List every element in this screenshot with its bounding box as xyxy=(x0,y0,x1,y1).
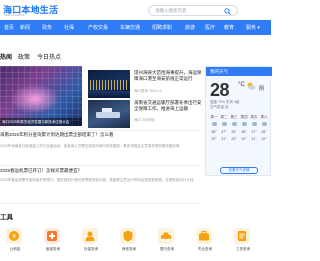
divider xyxy=(0,203,200,204)
forecast-high: 29° xyxy=(231,130,237,134)
tool-label: 失业查询 xyxy=(198,247,212,251)
nav-item-property[interactable]: 产权交易 xyxy=(88,24,108,31)
cloud-icon xyxy=(241,122,247,126)
car-icon xyxy=(158,228,174,244)
user-icon xyxy=(82,228,98,244)
news-summary: 2025年春运机票开始陆续开放预订，提前规划行程可获得更优惠价格，旅客需注意出行… xyxy=(0,178,197,182)
search-icon[interactable] xyxy=(224,7,231,15)
news-tabs: 热闻 政策 今日热点 xyxy=(0,52,150,64)
forecast-day: 周四 xyxy=(240,115,248,119)
forecast-day: 周一 xyxy=(210,115,218,119)
briefcase-icon xyxy=(196,228,212,244)
main-navigation: 首页 新闻 政务 社保 产权交易 车辆交通 招聘求职 旅游 医疗 教育 服务 ▾ xyxy=(0,20,271,35)
forecast-low: 23° xyxy=(231,137,237,141)
nav-item-education[interactable]: 教育 xyxy=(224,24,234,31)
news-title[interactable]: 海南省交通运输厅部署冬季出行安全保障工作，推进海上运输 xyxy=(134,100,204,112)
tab-hot-news[interactable]: 热闻 xyxy=(0,52,12,61)
search-input[interactable]: 请输入搜索内容 xyxy=(148,5,238,16)
nav-item-travel[interactable]: 旅游 xyxy=(185,24,195,31)
svg-text:¥: ¥ xyxy=(12,234,16,241)
cloud-icon xyxy=(251,122,257,126)
hero-image[interactable]: 海口2025年数字经济发展与新技术应用大会 xyxy=(0,66,82,126)
nav-item-home[interactable]: 首页 xyxy=(4,24,14,31)
tool-unemployment[interactable]: 失业查询 xyxy=(190,228,220,260)
divider xyxy=(0,130,200,131)
tool-pension[interactable]: 养老查询 xyxy=(114,228,144,260)
news-title[interactable]: 琼州海峡大范围海事提升，海运保障海口港至海安航线正常运行 xyxy=(134,70,204,82)
nav-item-jobs[interactable]: 招聘求职 xyxy=(152,24,172,31)
coin-icon: ¥ xyxy=(6,228,22,244)
news-thumbnail-ship[interactable] xyxy=(88,100,130,128)
search-placeholder: 请输入搜索内容 xyxy=(155,8,187,13)
forecast-day: 周三 xyxy=(230,115,238,119)
tool-work-injury[interactable]: 工伤查询 xyxy=(228,228,258,260)
hero-caption: 海口2025年数字经济发展与新技术应用大会 xyxy=(0,118,82,126)
cloud-icon xyxy=(261,122,267,126)
forecast-day: 周六 xyxy=(260,115,268,119)
tools-section-title: 工具 xyxy=(0,214,13,221)
thumbnail-city-lights xyxy=(90,80,128,90)
divider xyxy=(0,165,200,166)
weather-temperature: 28 xyxy=(210,80,230,100)
forecast-high: 28° xyxy=(241,130,247,134)
page-header: 海口本地生活 haikou.local.life 请输入搜索内容 xyxy=(0,0,271,20)
weather-widget: 我的天气 28 °C 阴 湿度 70% 东风 3级 空气质量 优 周一 周二 周… xyxy=(205,66,272,176)
site-logo-subtitle: haikou.local.life xyxy=(4,13,25,17)
nav-item-more[interactable]: 服务 ▾ xyxy=(246,24,260,31)
news-title[interactable]: 2025春运机票已开订！怎样买票最便宜？ xyxy=(0,168,82,174)
cloudy-icon xyxy=(247,82,256,90)
cloud-icon xyxy=(211,122,217,126)
forecast-low: 21° xyxy=(221,137,227,141)
tool-label: 公积金 xyxy=(9,247,21,251)
forecast-day: 周五 xyxy=(250,115,258,119)
forecast-high: 28° xyxy=(261,130,267,134)
hero-image-glow xyxy=(10,84,60,114)
tool-label: 医保查询 xyxy=(46,247,60,251)
news-summary: 2024年海南省社保缴费工作已全面启动，各参保人员需在规定时间内完成缴费，具体流… xyxy=(0,144,183,148)
shield-icon xyxy=(120,228,136,244)
forecast-low: 22° xyxy=(211,137,217,141)
forecast-low: 21° xyxy=(251,137,257,141)
medical-icon xyxy=(44,228,60,244)
forecast-high: 27° xyxy=(251,130,257,134)
weather-details-button[interactable]: 查看天气详情 xyxy=(220,167,258,174)
nav-item-medical[interactable]: 医疗 xyxy=(205,24,215,31)
forecast-day: 周二 xyxy=(220,115,228,119)
document-icon xyxy=(234,228,250,244)
cloud-icon xyxy=(231,122,237,126)
tab-policy[interactable]: 政策 xyxy=(18,52,30,61)
forecast-low: 22° xyxy=(241,137,247,141)
weather-header: 我的天气 xyxy=(206,67,272,76)
nav-item-government[interactable]: 政务 xyxy=(42,24,52,31)
nav-item-social-security[interactable]: 社保 xyxy=(64,24,74,31)
forecast-high: 28° xyxy=(211,130,217,134)
tool-social-security[interactable]: 社保查询 xyxy=(76,228,106,260)
tool-label: 工伤查询 xyxy=(236,247,250,251)
nav-item-news[interactable]: 新闻 xyxy=(20,24,30,31)
weather-unit: °C xyxy=(238,82,245,88)
news-meta: 海口 2小时前 xyxy=(134,118,155,122)
thumbnail-water xyxy=(88,91,130,98)
tool-medical-insurance[interactable]: 医保查询 xyxy=(38,228,68,260)
weather-condition: 阴 xyxy=(259,86,265,92)
weather-air-quality: 空气质量 优 xyxy=(210,105,229,109)
tool-label: 限行查询 xyxy=(160,247,174,251)
forecast-low: 22° xyxy=(261,137,267,141)
tool-traffic-restriction[interactable]: 限行查询 xyxy=(152,228,182,260)
news-title[interactable]: 海南2025年积分查询累计到达期出票全部结束了！怎么看 xyxy=(0,132,114,138)
tool-label: 社保查询 xyxy=(84,247,98,251)
thumbnail-ship-hull xyxy=(96,112,120,118)
cloud-icon xyxy=(221,122,227,126)
tool-housing-fund[interactable]: ¥ 公积金 xyxy=(0,228,30,260)
news-meta: 海口发布 2024-12 xyxy=(134,89,162,93)
forecast-high: 27° xyxy=(221,130,227,134)
tab-today-hot[interactable]: 今日热点 xyxy=(37,52,61,61)
news-thumbnail-port[interactable] xyxy=(88,70,130,98)
tool-label: 养老查询 xyxy=(122,247,136,251)
nav-item-traffic[interactable]: 车辆交通 xyxy=(120,24,140,31)
